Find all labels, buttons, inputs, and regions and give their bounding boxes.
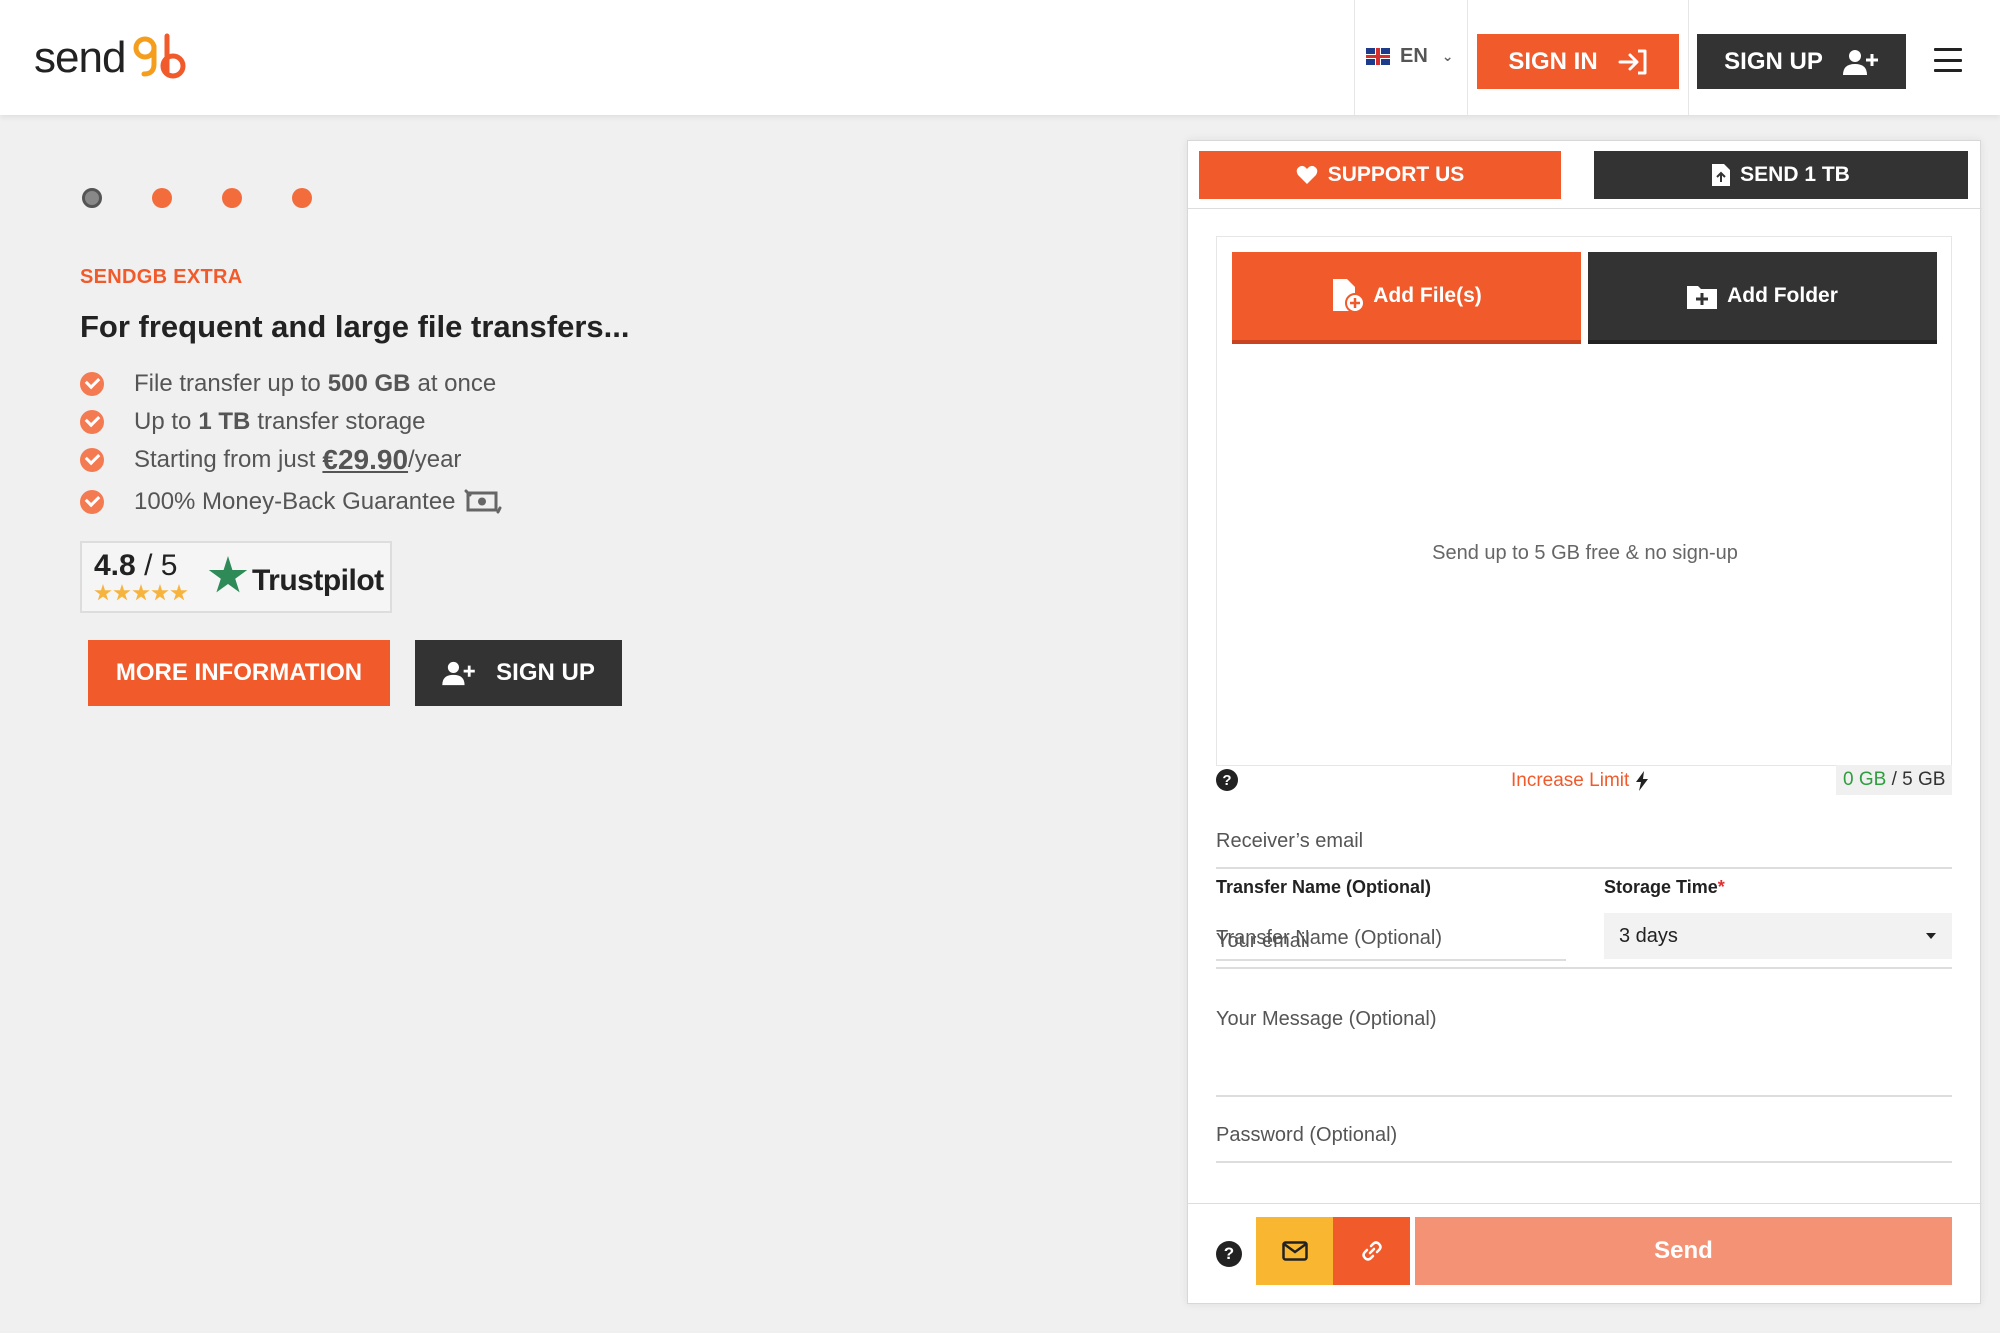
sign-up-button-header[interactable]: SIGN UP: [1697, 34, 1906, 89]
star-icon: [94, 584, 112, 601]
header-divider: [1354, 0, 1355, 115]
receiver-email-input[interactable]: Receiver’s email: [1216, 801, 1952, 869]
price-link[interactable]: €29.90: [322, 444, 408, 476]
email-mode-button[interactable]: [1256, 1217, 1333, 1285]
sign-up-label: SIGN UP: [1724, 47, 1823, 75]
logo-text: send: [34, 33, 126, 82]
envelope-icon: [1281, 1241, 1308, 1261]
message-textarea[interactable]: Your Message (Optional): [1216, 991, 1952, 1097]
feature-item: 100% Money-Back Guarantee: [80, 483, 502, 521]
feature-item: Starting from just €29.90 /year: [80, 441, 502, 479]
transfer-name-label: Transfer Name (Optional): [1216, 877, 1432, 897]
money-back-icon: [464, 489, 502, 514]
logo[interactable]: send: [34, 28, 187, 88]
logo-gb-mark: [133, 33, 186, 79]
add-user-icon: [442, 661, 475, 686]
feature-item: File transfer up to 500 GB at once: [80, 365, 502, 403]
slider-dot-4[interactable]: [292, 188, 312, 208]
panel-top-actions: SUPPORT US SEND 1 TB: [1188, 141, 1982, 209]
password-input[interactable]: Password (Optional): [1216, 1111, 1952, 1163]
check-icon: [80, 448, 104, 472]
help-icon[interactable]: ?: [1216, 1241, 1242, 1267]
check-icon: [80, 490, 104, 514]
slider-dot-1[interactable]: [82, 188, 102, 208]
more-information-button[interactable]: MORE INFORMATION: [88, 640, 390, 706]
lightning-icon: [1636, 771, 1649, 791]
header-divider: [1467, 0, 1468, 115]
add-user-icon: [1842, 49, 1878, 75]
link-icon: [1361, 1241, 1382, 1261]
file-upload-icon: [1712, 164, 1731, 186]
help-icon[interactable]: ?: [1216, 769, 1238, 791]
transfer-panel: SUPPORT US SEND 1 TB Add File(s) Add Fol: [1187, 140, 1982, 1304]
send-button[interactable]: Send: [1415, 1217, 1952, 1285]
add-folder-button[interactable]: Add Folder: [1588, 252, 1937, 344]
storage-time-label: Storage Time*: [1604, 877, 1725, 897]
feature-list: File transfer up to 500 GB at once Up to…: [80, 365, 502, 521]
star-icon: [132, 584, 150, 601]
site-header: send EN ⌄ SIGN IN SIGN UP: [0, 0, 2000, 115]
add-file-icon: [1333, 279, 1366, 313]
sign-up-label: SIGN UP: [496, 659, 595, 686]
feature-item: Up to 1 TB transfer storage: [80, 403, 502, 441]
sign-in-icon: [1618, 49, 1647, 74]
support-us-button[interactable]: SUPPORT US: [1199, 151, 1561, 199]
slider-dot-2[interactable]: [152, 188, 172, 208]
star-icon: [113, 584, 131, 601]
hero-eyebrow: SENDGB EXTRA: [80, 266, 243, 288]
dropzone-hint: Send up to 5 GB free & no sign-up: [1432, 542, 1738, 564]
add-files-button[interactable]: Add File(s): [1232, 252, 1581, 344]
chevron-down-icon: ⌄: [1441, 48, 1454, 64]
trustpilot-brand: Trustpilot: [252, 564, 384, 597]
quota-indicator: 0 GB / 5 GB: [1836, 765, 1953, 795]
transfer-name-input[interactable]: Transfer Name (Optional): [1216, 911, 1566, 961]
check-icon: [80, 372, 104, 396]
slider-dot-3[interactable]: [222, 188, 242, 208]
sign-up-button-hero[interactable]: SIGN UP: [415, 640, 622, 706]
slider-dots: [82, 188, 312, 208]
star-icon: [151, 584, 169, 601]
storage-time-select[interactable]: 3 days: [1604, 913, 1952, 959]
file-dropzone[interactable]: Add File(s) Add Folder Send up to 5 GB f…: [1216, 236, 1952, 766]
add-folder-icon: [1687, 286, 1718, 309]
heart-icon: [1296, 165, 1318, 184]
menu-icon[interactable]: [1934, 48, 1962, 72]
language-code: EN: [1400, 45, 1428, 67]
header-divider: [1688, 0, 1689, 115]
rating-score: 4.8 / 5: [94, 549, 178, 582]
trustpilot-rating[interactable]: 4.8 / 5 Trustpilot: [80, 541, 392, 613]
language-selector[interactable]: EN ⌄: [1366, 45, 1454, 68]
uk-flag-icon: [1366, 48, 1390, 65]
star-icon: [170, 584, 188, 601]
rating-stars: [94, 584, 188, 602]
check-icon: [80, 410, 104, 434]
trustpilot-star-icon: [208, 556, 248, 593]
increase-limit-link[interactable]: Increase Limit: [1511, 770, 1649, 792]
link-mode-button[interactable]: [1333, 1217, 1410, 1285]
hero-headline: For frequent and large file transfers...: [80, 309, 630, 344]
sign-in-button[interactable]: SIGN IN: [1477, 34, 1679, 89]
caret-down-icon: [1926, 933, 1936, 939]
send-1tb-button[interactable]: SEND 1 TB: [1594, 151, 1968, 199]
sign-in-label: SIGN IN: [1508, 47, 1598, 75]
